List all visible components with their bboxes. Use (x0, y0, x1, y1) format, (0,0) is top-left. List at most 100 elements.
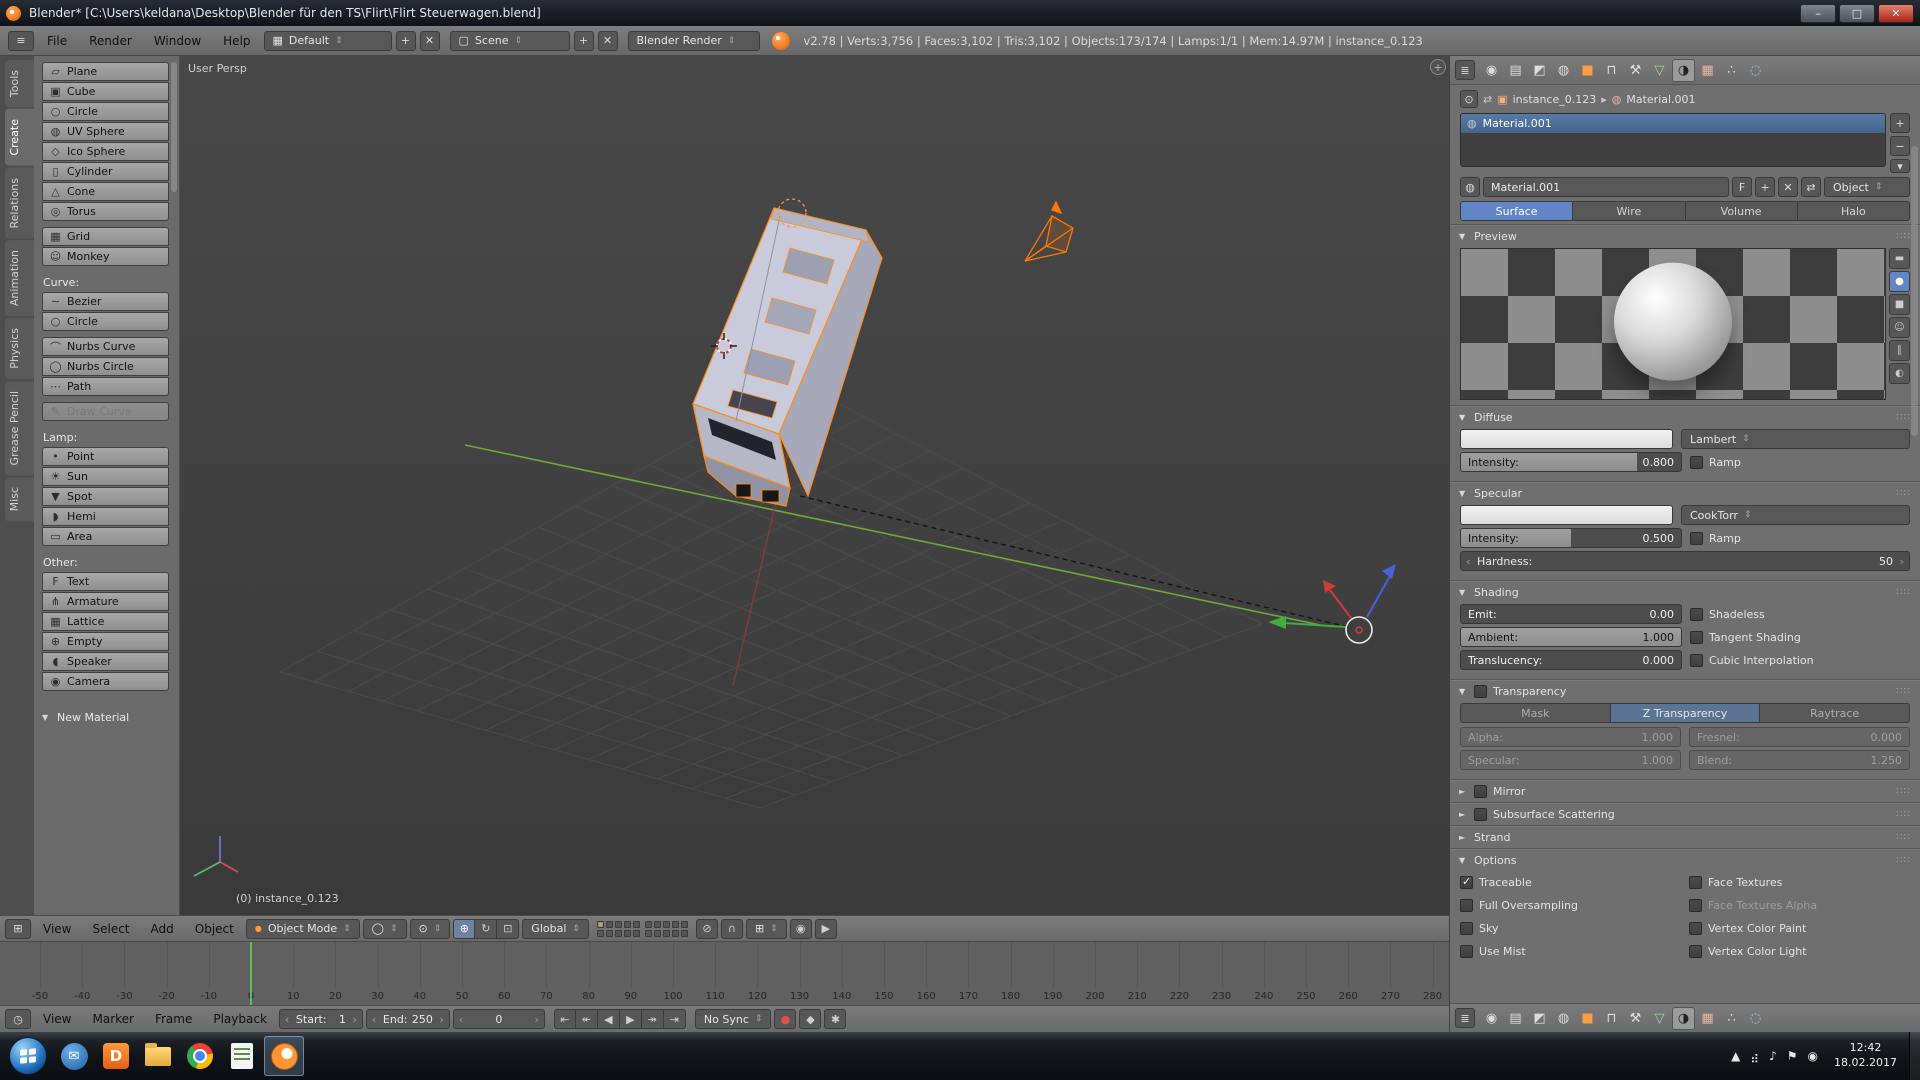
layer-toggle[interactable] (672, 930, 679, 937)
properties-tab-object-data[interactable]: ▽ (1648, 59, 1671, 82)
preview-type-cube-button[interactable]: ■ (1889, 294, 1910, 315)
rotate-manipulator-button[interactable]: ↻ (475, 919, 497, 939)
unlink-material-button[interactable]: ✕ (1778, 177, 1798, 197)
transparency-blend-field[interactable]: Blend: 1.250 (1689, 750, 1910, 770)
shelf-button-hemi[interactable]: ◗Hemi (42, 507, 169, 526)
properties-tab-physics[interactable]: ◌ (1744, 59, 1767, 82)
checkbox-box[interactable] (1690, 456, 1703, 469)
add-material-slot-button[interactable]: + (1890, 113, 1910, 133)
properties-tab-render[interactable]: ◉ (1480, 59, 1503, 82)
material-slot-list[interactable]: ◍ Material.001 (1460, 113, 1886, 167)
properties-tab-particles[interactable]: ∴ (1720, 59, 1743, 82)
transparency-enable-checkbox[interactable] (1474, 685, 1487, 698)
properties-tab-constraints[interactable]: ⊓ (1600, 59, 1623, 82)
shelf-button-uv-sphere[interactable]: ◍UV Sphere (42, 122, 169, 141)
lock-to-scene-button[interactable]: ⊘ (696, 919, 718, 939)
timeline-editor-type-button[interactable]: ◷ (5, 1009, 31, 1029)
transparency-fresnel-slider[interactable]: Fresnel: 0.000 (1689, 727, 1910, 747)
shelf-button-empty[interactable]: ⊕Empty (42, 632, 169, 651)
shelf-button-armature[interactable]: ⋔Armature (42, 592, 169, 611)
layer-toggle[interactable] (597, 921, 604, 928)
shelf-button-circle[interactable]: ○Circle (42, 312, 169, 331)
preview-type-hair-button[interactable]: ∥ (1889, 340, 1910, 361)
checkbox-box[interactable] (1460, 922, 1473, 935)
layer-toggle[interactable] (624, 921, 631, 928)
play-button[interactable]: ▶ (620, 1009, 642, 1029)
layer-toggle[interactable] (606, 921, 613, 928)
transparency-specular-slider[interactable]: Specular: 1.000 (1460, 750, 1681, 770)
volume-icon[interactable]: ♪ (1769, 1049, 1777, 1063)
layer-toggle[interactable] (672, 921, 679, 928)
panel-header-specular[interactable]: ▼ Specular ∷∷ (1450, 482, 1920, 503)
translate-manipulator-widget[interactable] (1268, 564, 1396, 643)
menu-window[interactable]: Window (145, 32, 210, 50)
full-oversampling-checkbox[interactable]: Full Oversampling (1460, 895, 1681, 915)
tangent-shading-checkbox[interactable]: Tangent Shading (1690, 627, 1910, 647)
diffuse-ramp-checkbox[interactable]: Ramp (1690, 452, 1910, 472)
viewport-menu-add[interactable]: Add (142, 920, 183, 938)
menu-file[interactable]: File (38, 32, 76, 50)
layer-toggle[interactable] (597, 930, 604, 937)
material-slot-selected[interactable]: ◍ Material.001 (1461, 114, 1885, 133)
scene-dropdown[interactable]: ▢ Scene (450, 31, 570, 51)
pin-icon[interactable]: ⊙ (1460, 90, 1478, 108)
material-name-field[interactable]: Material.001 (1483, 177, 1729, 197)
region-expand-button[interactable]: + (1430, 59, 1446, 75)
language-indicator-icon[interactable]: ◉ (1808, 1049, 1818, 1063)
jump-to-end-button[interactable]: ⇥ (664, 1009, 686, 1029)
properties-tab-render[interactable]: ◉ (1480, 1007, 1503, 1030)
panel-drag-dots-icon[interactable]: ∷∷ (1896, 809, 1911, 820)
taskbar-editor-icon[interactable] (222, 1036, 262, 1076)
orientation-dropdown[interactable]: Global (522, 919, 589, 939)
layer-toggle[interactable] (681, 921, 688, 928)
preview-type-monkey-button[interactable]: ☺ (1889, 317, 1910, 338)
shelf-button-camera[interactable]: ◉Camera (42, 672, 169, 691)
layer-toggle[interactable] (663, 921, 670, 928)
shelf-tab-relations[interactable]: Relations (5, 168, 34, 239)
opengl-render-button[interactable]: ◉ (790, 919, 812, 939)
shelf-button-speaker[interactable]: ◖Speaker (42, 652, 169, 671)
layer-toggle[interactable] (606, 930, 613, 937)
menu-render[interactable]: Render (80, 32, 141, 50)
sss-enable-checkbox[interactable] (1474, 808, 1487, 821)
mirror-enable-checkbox[interactable] (1474, 785, 1487, 798)
show-desktop-button[interactable] (1909, 1032, 1920, 1080)
shelf-tab-grease-pencil[interactable]: Grease Pencil (5, 381, 34, 475)
checkbox-box[interactable] (1460, 876, 1473, 889)
specular-shader-dropdown[interactable]: CookTorr (1681, 505, 1910, 525)
properties-tab-particles[interactable]: ∴ (1720, 1007, 1743, 1030)
taskbar-d-app-icon[interactable]: D (96, 1036, 136, 1076)
camera-object[interactable] (1025, 202, 1073, 261)
shelf-button-bezier[interactable]: ∼Bezier (42, 292, 169, 311)
shelf-button-nurbs-curve[interactable]: ⌒Nurbs Curve (42, 337, 169, 356)
link-dropdown[interactable]: Object (1824, 177, 1910, 197)
type-halo-button[interactable]: Halo (1798, 201, 1910, 221)
slot-specials-button[interactable]: ▾ (1890, 159, 1910, 173)
cubic-interpolation-checkbox[interactable]: Cubic Interpolation (1690, 650, 1910, 670)
shelf-button-lattice[interactable]: ▦Lattice (42, 612, 169, 631)
delete-scene-button[interactable]: ✕ (598, 31, 618, 51)
properties-tab-scene[interactable]: ◩ (1528, 1007, 1551, 1030)
viewport-editor-type-button[interactable]: ⊞ (5, 919, 31, 939)
translate-manipulator-button[interactable]: ⊕ (453, 919, 475, 939)
properties-tab-material[interactable]: ◑ (1672, 59, 1695, 82)
shelf-button-sun[interactable]: ☀Sun (42, 467, 169, 486)
menu-help[interactable]: Help (214, 32, 259, 50)
panel-drag-dots-icon[interactable]: ∷∷ (1896, 412, 1911, 423)
layer-toggle[interactable] (645, 930, 652, 937)
panel-drag-dots-icon[interactable]: ∷∷ (1896, 686, 1911, 697)
checkbox-box[interactable] (1690, 532, 1703, 545)
timeline-menu-playback[interactable]: Playback (204, 1010, 276, 1028)
panel-header-shading[interactable]: ▼ Shading ∷∷ (1450, 581, 1920, 602)
fake-user-button[interactable]: F (1732, 177, 1752, 197)
panel-header-preview[interactable]: ▼ Preview ∷∷ (1450, 225, 1920, 246)
diffuse-color-swatch[interactable] (1460, 429, 1673, 449)
shelf-tab-create[interactable]: Create (5, 109, 34, 166)
shelf-button-torus[interactable]: ◎Torus (42, 202, 169, 221)
shelf-tab-tools[interactable]: Tools (5, 60, 34, 107)
snap-element-dropdown[interactable]: ⊞ (746, 919, 787, 939)
shading-translucency-slider[interactable]: Translucency: 0.000 (1460, 650, 1682, 670)
diffuse-shader-dropdown[interactable]: Lambert (1681, 429, 1910, 449)
record-button[interactable]: ● (774, 1009, 796, 1029)
current-frame-field[interactable]: 0 (453, 1009, 545, 1029)
